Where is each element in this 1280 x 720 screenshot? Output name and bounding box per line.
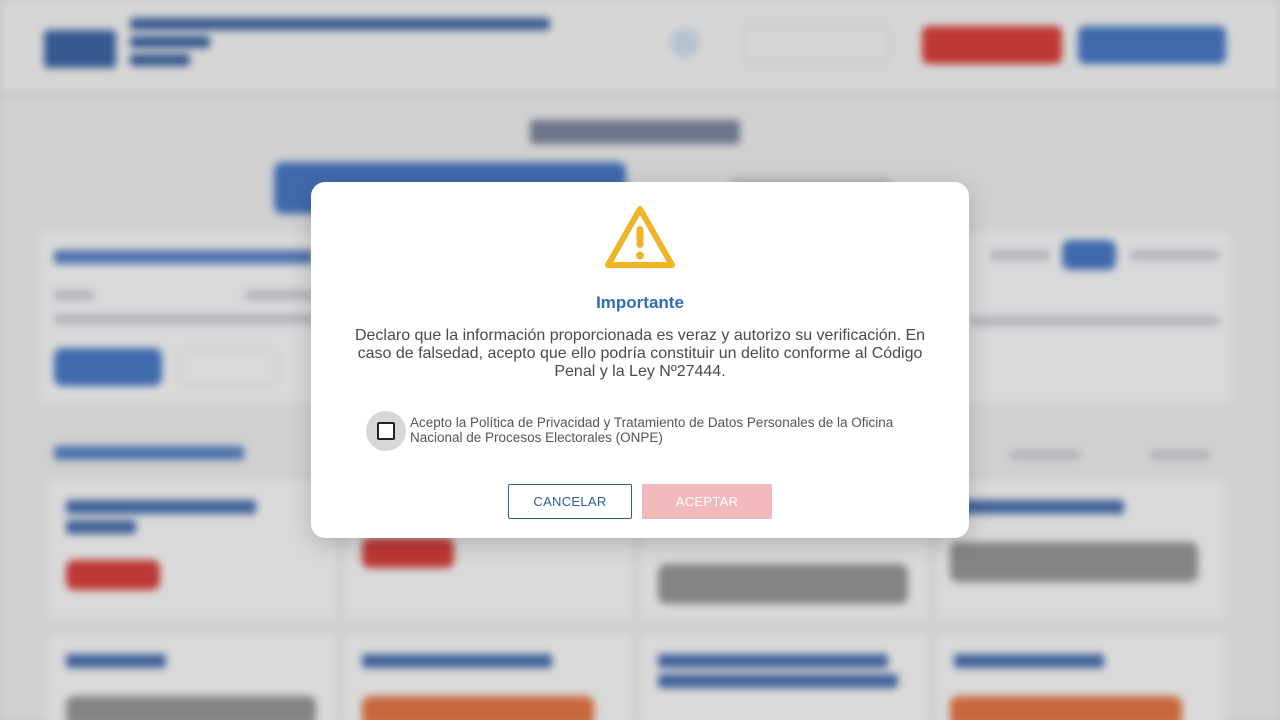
accept-button[interactable]: ACEPTAR (642, 484, 772, 519)
privacy-consent: Acepto la Política de Privacidad y Trata… (366, 411, 926, 451)
warning-triangle-icon (605, 206, 675, 268)
dialog-title: Importante (596, 293, 684, 312)
dialog-message: Declaro que la información proporcionada… (354, 327, 926, 380)
cancel-button[interactable]: CANCELAR (508, 484, 632, 519)
privacy-consent-checkbox[interactable] (377, 422, 395, 440)
privacy-consent-label[interactable]: Acepto la Política de Privacidad y Trata… (410, 415, 920, 445)
confirmation-dialog: Importante Declaro que la información pr… (311, 182, 969, 538)
